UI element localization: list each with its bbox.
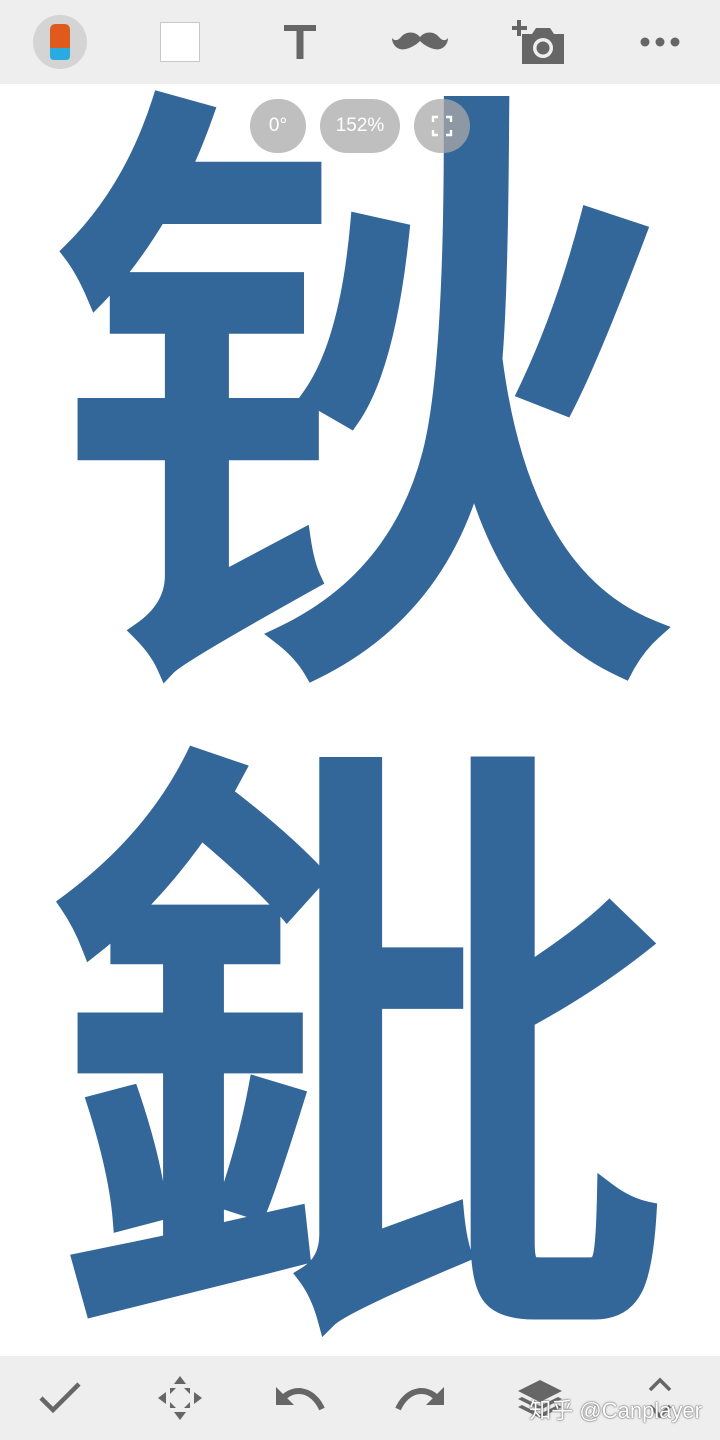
top-toolbar (0, 0, 720, 84)
brush-icon (33, 15, 87, 69)
text-tool[interactable] (270, 12, 330, 72)
move-button[interactable] (150, 1368, 210, 1428)
zoom-label: 152% (335, 115, 385, 136)
confirm-button[interactable] (30, 1368, 90, 1428)
drawing-canvas[interactable]: 钬 鈚 (0, 84, 720, 1356)
zoom-indicator[interactable]: 152% (320, 99, 400, 153)
brush-tool[interactable] (30, 12, 90, 72)
more-menu[interactable] (630, 12, 690, 72)
drawn-character-top: 钬 (50, 84, 670, 768)
expand-button[interactable] (630, 1368, 690, 1428)
color-swatch[interactable] (150, 12, 210, 72)
white-square-icon (160, 22, 200, 62)
undo-icon (276, 1387, 325, 1411)
fit-screen-icon (431, 115, 453, 137)
rotation-label: 0° (268, 115, 288, 136)
more-dots-icon (640, 37, 680, 47)
layers-icon (518, 1380, 562, 1418)
text-icon (284, 25, 316, 59)
add-photo-tool[interactable] (510, 12, 570, 72)
rotation-indicator[interactable]: 0° (250, 99, 306, 153)
checkmark-icon (39, 1382, 81, 1414)
layers-button[interactable] (510, 1368, 570, 1428)
chevron-updown-icon (648, 1377, 672, 1419)
drawn-character-bottom: 鈚 (50, 696, 670, 1356)
undo-button[interactable] (270, 1368, 330, 1428)
redo-button[interactable] (390, 1368, 450, 1428)
redo-icon (395, 1387, 444, 1411)
add-camera-icon (512, 20, 564, 64)
fit-screen-button[interactable] (414, 99, 470, 153)
sticker-tool[interactable] (390, 12, 450, 72)
mustache-icon (392, 32, 448, 50)
bottom-toolbar (0, 1356, 720, 1440)
move-arrows-icon (158, 1376, 202, 1420)
